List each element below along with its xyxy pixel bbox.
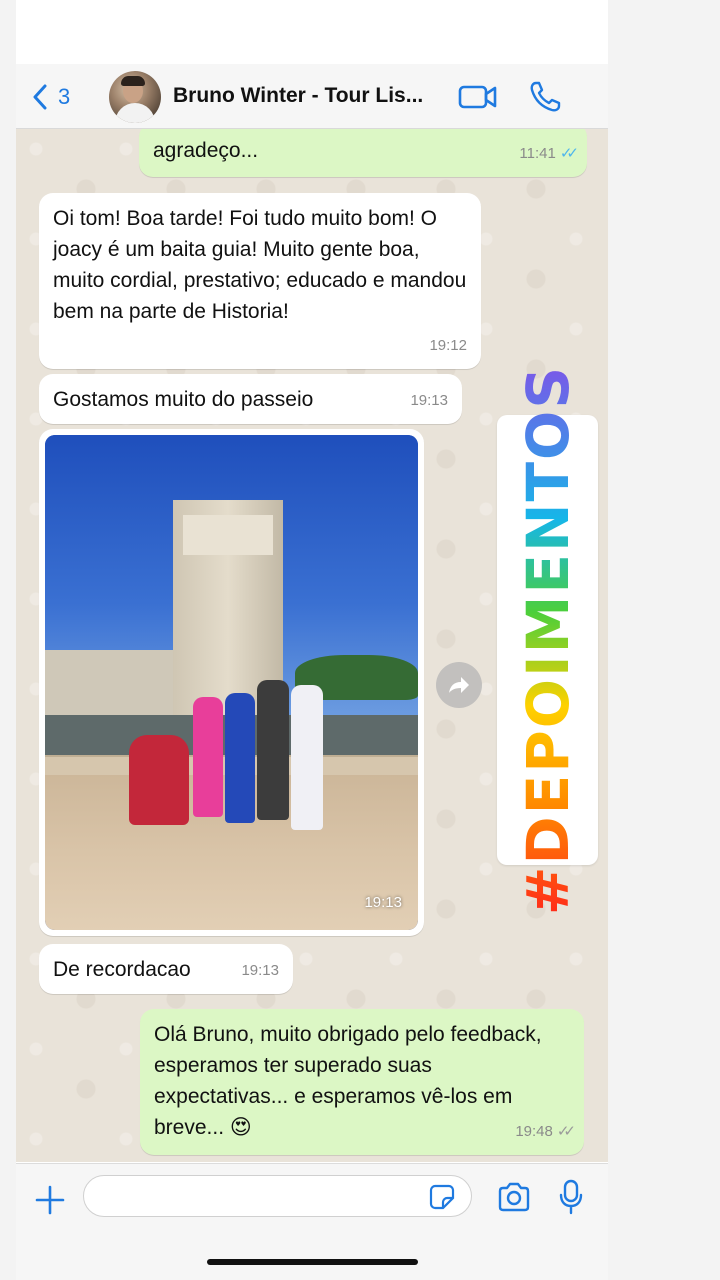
message-text: Oi tom! Boa tarde! Foi tudo muito bom! O… — [53, 207, 467, 323]
depoimentos-sticker: #DEPOIMENTOS — [497, 365, 598, 915]
chat-area[interactable]: agradeço... 11:41 ✓✓ Oi tom! Boa tarde! … — [16, 129, 608, 1162]
message-time: 19:13 — [241, 962, 279, 979]
photo-time: 19:13 — [364, 894, 402, 911]
sticker-text: #DEPOIMENTOS — [513, 364, 582, 916]
incoming-message[interactable]: Gostamos muito do passeio 19:13 — [39, 374, 462, 424]
chat-header: 3 Bruno Winter - Tour Lis... — [16, 64, 608, 129]
contact-name[interactable]: Bruno Winter - Tour Lis... — [173, 84, 423, 108]
message-time: 19:12 — [429, 337, 467, 354]
read-ticks-icon: ✓✓ — [559, 145, 579, 162]
composer-bar — [16, 1163, 608, 1280]
message-text: Gostamos muito do passeio — [53, 388, 314, 411]
message-meta: 19:13 — [241, 955, 279, 986]
message-meta: 19:13 — [410, 385, 448, 416]
sticker-icon[interactable] — [429, 1184, 455, 1210]
camera-icon[interactable] — [497, 1182, 531, 1212]
phone-call-icon[interactable] — [528, 80, 562, 114]
incoming-message[interactable]: De recordacao 19:13 — [39, 944, 293, 994]
outgoing-message[interactable]: Olá Bruno, muito obrigado pelo feedback,… — [140, 1009, 584, 1155]
delivered-ticks-icon: ✓✓ — [556, 1123, 576, 1140]
photo-belem-tower[interactable]: 19:13 — [45, 435, 418, 930]
message-time: 19:48 — [515, 1123, 553, 1140]
message-input[interactable] — [83, 1175, 472, 1217]
message-text: agradeço... — [153, 139, 259, 162]
forward-button[interactable] — [436, 662, 482, 708]
forward-arrow-icon — [449, 677, 469, 693]
video-call-icon[interactable] — [458, 83, 498, 111]
avatar[interactable] — [109, 71, 161, 123]
message-meta: 19:12 — [429, 330, 467, 361]
chevron-left-icon — [33, 84, 47, 110]
message-text: Olá Bruno, muito obrigado pelo feedback,… — [154, 1023, 542, 1139]
message-meta: 19:48 ✓✓ — [515, 1116, 576, 1147]
message-meta: 11:41 ✓✓ — [519, 138, 579, 169]
whatsapp-chat-screen: 3 Bruno Winter - Tour Lis... agradeço...… — [16, 0, 608, 1280]
message-time: 11:41 — [519, 145, 556, 162]
back-button[interactable]: 3 — [32, 82, 70, 112]
home-indicator — [207, 1259, 418, 1265]
message-text: De recordacao — [53, 958, 191, 981]
incoming-message[interactable]: Oi tom! Boa tarde! Foi tudo muito bom! O… — [39, 193, 481, 369]
message-time: 19:13 — [410, 392, 448, 409]
microphone-icon[interactable] — [559, 1179, 583, 1215]
outgoing-message[interactable]: agradeço... 11:41 ✓✓ — [139, 129, 587, 177]
plus-icon[interactable] — [34, 1184, 66, 1216]
incoming-photo-message[interactable]: 19:13 — [39, 429, 424, 936]
unread-count: 3 — [58, 84, 71, 109]
